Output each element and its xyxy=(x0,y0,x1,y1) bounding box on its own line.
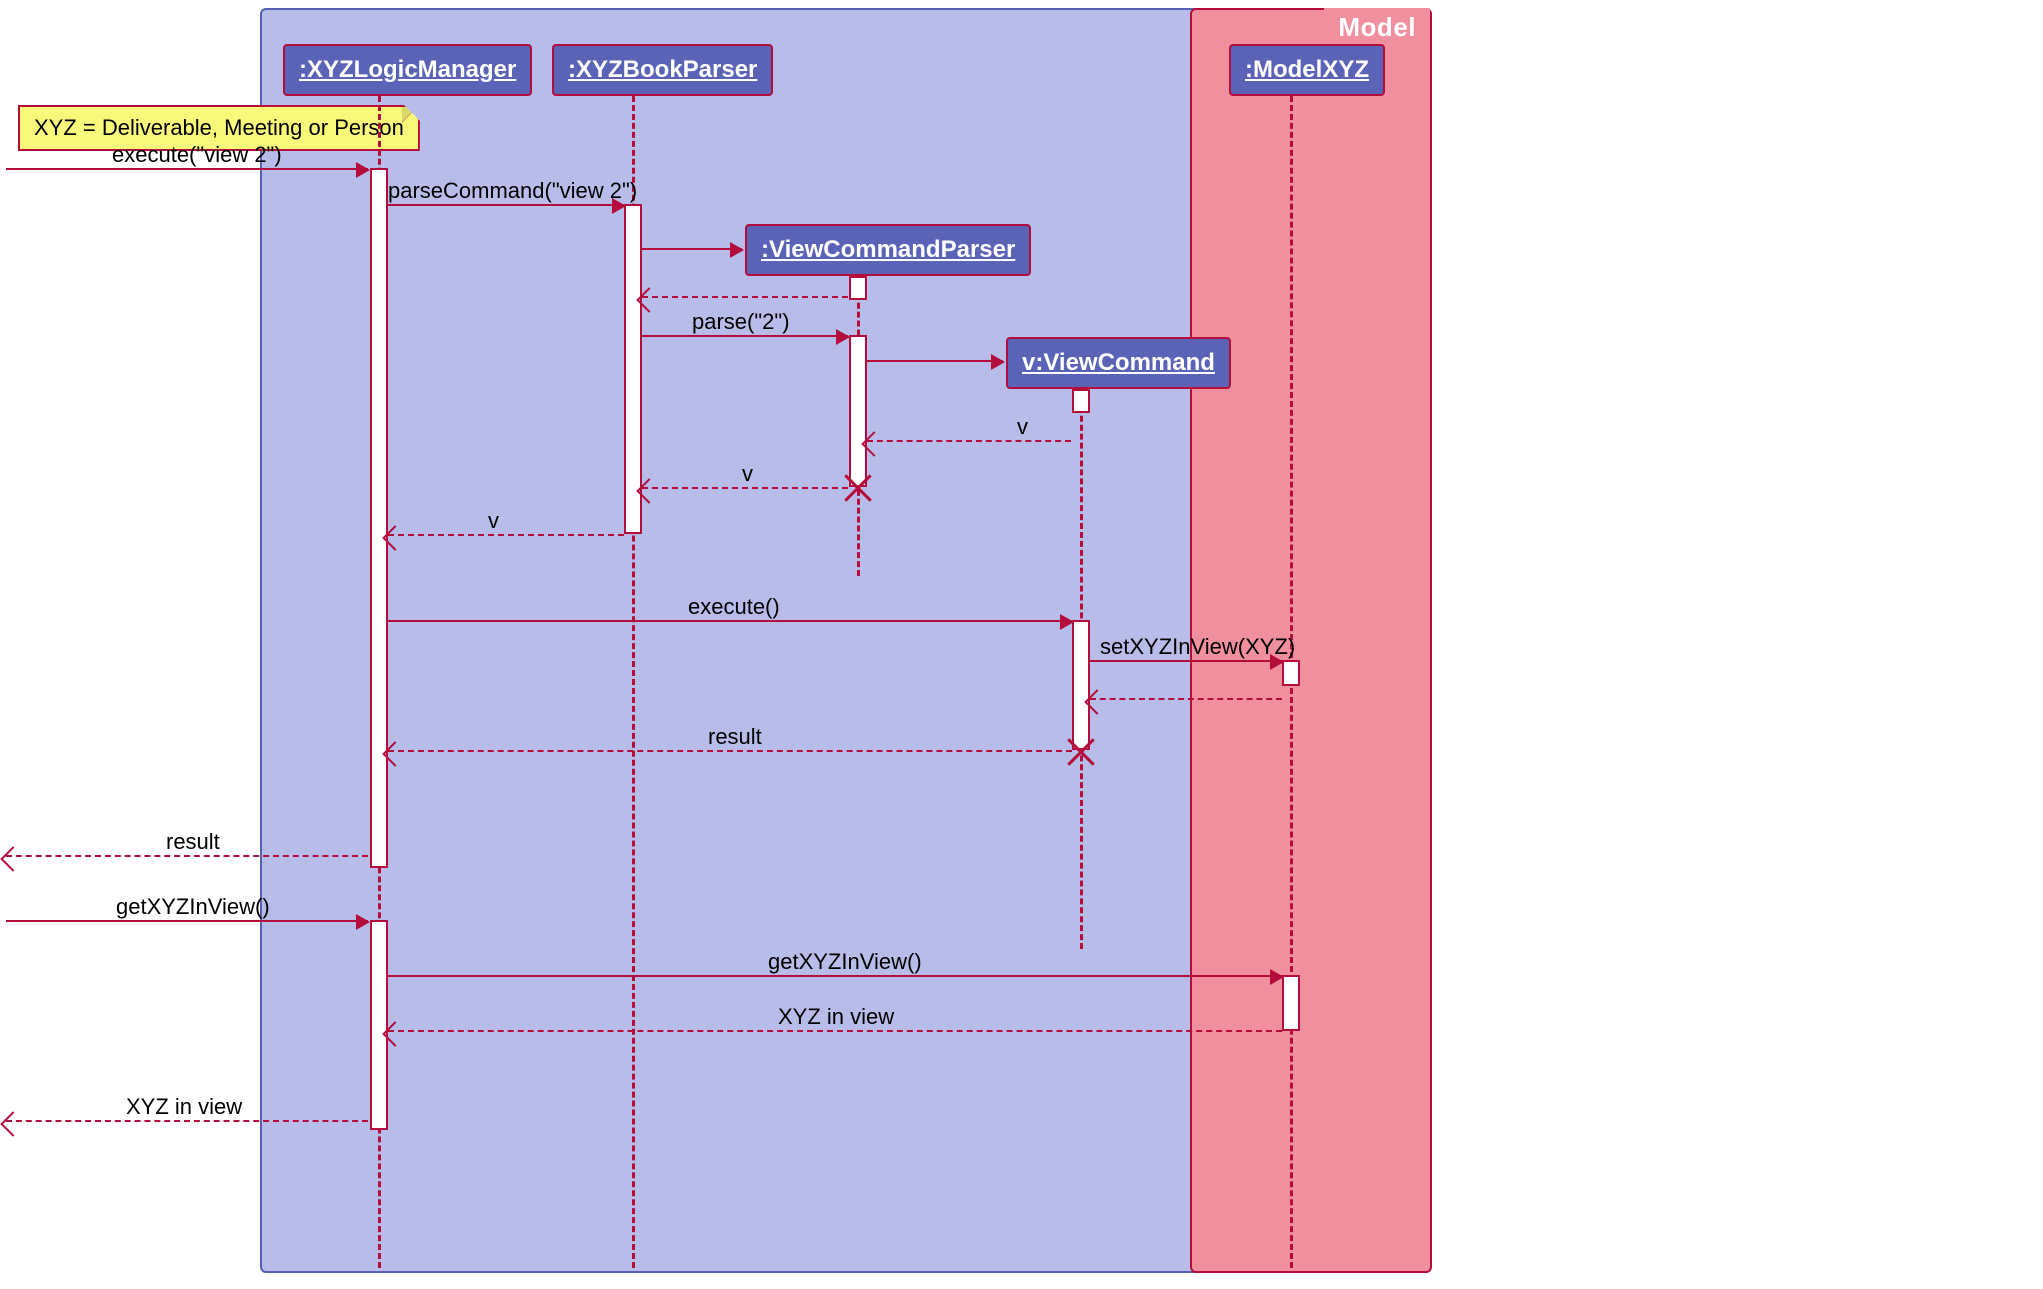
msg-return-v-1: v xyxy=(867,440,1071,442)
arrowhead-left-open-icon xyxy=(4,1115,18,1129)
msg-get-in-view-in-label: getXYZInView() xyxy=(116,894,270,920)
arrowhead-left-open-icon xyxy=(640,291,654,305)
arrowhead-left-open-icon xyxy=(865,435,879,449)
participant-model-xyz: :ModelXYZ xyxy=(1229,44,1385,96)
participant-book-parser: :XYZBookParser xyxy=(552,44,773,96)
arrowhead-right-icon xyxy=(612,198,626,214)
msg-parse-command: parseCommand("view 2") xyxy=(388,204,624,206)
arrowhead-right-icon xyxy=(1060,614,1074,630)
arrowhead-left-open-icon xyxy=(386,1025,400,1039)
msg-xyz-in-view-1: XYZ in view xyxy=(388,1030,1282,1032)
msg-result-1-label: result xyxy=(708,724,762,750)
sequence-diagram: Logic Model :XYZLogicManager :XYZBookPar… xyxy=(0,0,2043,1289)
msg-create-vcp xyxy=(642,248,742,250)
arrowhead-right-icon xyxy=(991,354,1005,370)
msg-return-v-2-label: v xyxy=(742,461,753,487)
msg-return-v-3: v xyxy=(388,534,624,536)
msg-xyz-in-view-2-label: XYZ in view xyxy=(126,1094,242,1120)
activation-vc-execute xyxy=(1072,620,1090,750)
activation-vcp-create xyxy=(849,276,867,300)
activation-model-get xyxy=(1282,975,1300,1031)
activation-vcp-parse xyxy=(849,335,867,487)
msg-parse: parse("2") xyxy=(642,335,848,337)
arrowhead-right-icon xyxy=(356,162,370,178)
msg-execute-label: execute() xyxy=(688,594,780,620)
activation-logic-manager-1 xyxy=(370,168,388,868)
activation-model-set xyxy=(1282,660,1300,686)
msg-parse-command-label: parseCommand("view 2") xyxy=(388,178,637,204)
participant-view-command: v:ViewCommand xyxy=(1006,337,1231,389)
msg-result-2-label: result xyxy=(166,829,220,855)
arrowhead-right-icon xyxy=(730,242,744,258)
msg-get-in-view-model-label: getXYZInView() xyxy=(768,949,922,975)
activation-vc-create xyxy=(1072,389,1090,413)
arrowhead-left-open-icon xyxy=(386,529,400,543)
msg-xyz-in-view-2: XYZ in view xyxy=(6,1120,368,1122)
msg-get-in-view-model: getXYZInView() xyxy=(388,975,1282,977)
arrowhead-left-open-icon xyxy=(1088,693,1102,707)
arrowhead-right-icon xyxy=(1270,654,1284,670)
destroy-view-cmd-parser xyxy=(844,474,872,502)
msg-execute-view2-label: execute("view 2") xyxy=(112,142,282,168)
msg-create-vcp-return xyxy=(642,296,848,298)
msg-execute: execute() xyxy=(388,620,1072,622)
msg-result-2: result xyxy=(6,855,368,857)
arrowhead-right-icon xyxy=(356,914,370,930)
participant-view-command-parser: :ViewCommandParser xyxy=(745,224,1031,276)
msg-return-v-2: v xyxy=(642,487,848,489)
msg-return-v-1-label: v xyxy=(1017,414,1028,440)
msg-create-vc xyxy=(867,360,1003,362)
msg-return-v-3-label: v xyxy=(488,508,499,534)
msg-set-in-view: setXYZInView(XYZ) xyxy=(1090,660,1282,662)
arrowhead-left-open-icon xyxy=(640,482,654,496)
msg-get-in-view-in: getXYZInView() xyxy=(6,920,368,922)
arrowhead-right-icon xyxy=(836,329,850,345)
msg-result-1: result xyxy=(388,750,1072,752)
arrowhead-right-icon xyxy=(1270,969,1284,985)
msg-set-in-view-label: setXYZInView(XYZ) xyxy=(1100,634,1295,660)
msg-xyz-in-view-1-label: XYZ in view xyxy=(778,1004,894,1030)
arrowhead-left-open-icon xyxy=(4,850,18,864)
msg-set-in-view-return xyxy=(1090,698,1282,700)
destroy-view-command xyxy=(1067,738,1095,766)
arrowhead-left-open-icon xyxy=(386,745,400,759)
participant-logic-manager: :XYZLogicManager xyxy=(283,44,532,96)
msg-parse-label: parse("2") xyxy=(692,309,790,335)
msg-execute-view2: execute("view 2") xyxy=(6,168,368,170)
